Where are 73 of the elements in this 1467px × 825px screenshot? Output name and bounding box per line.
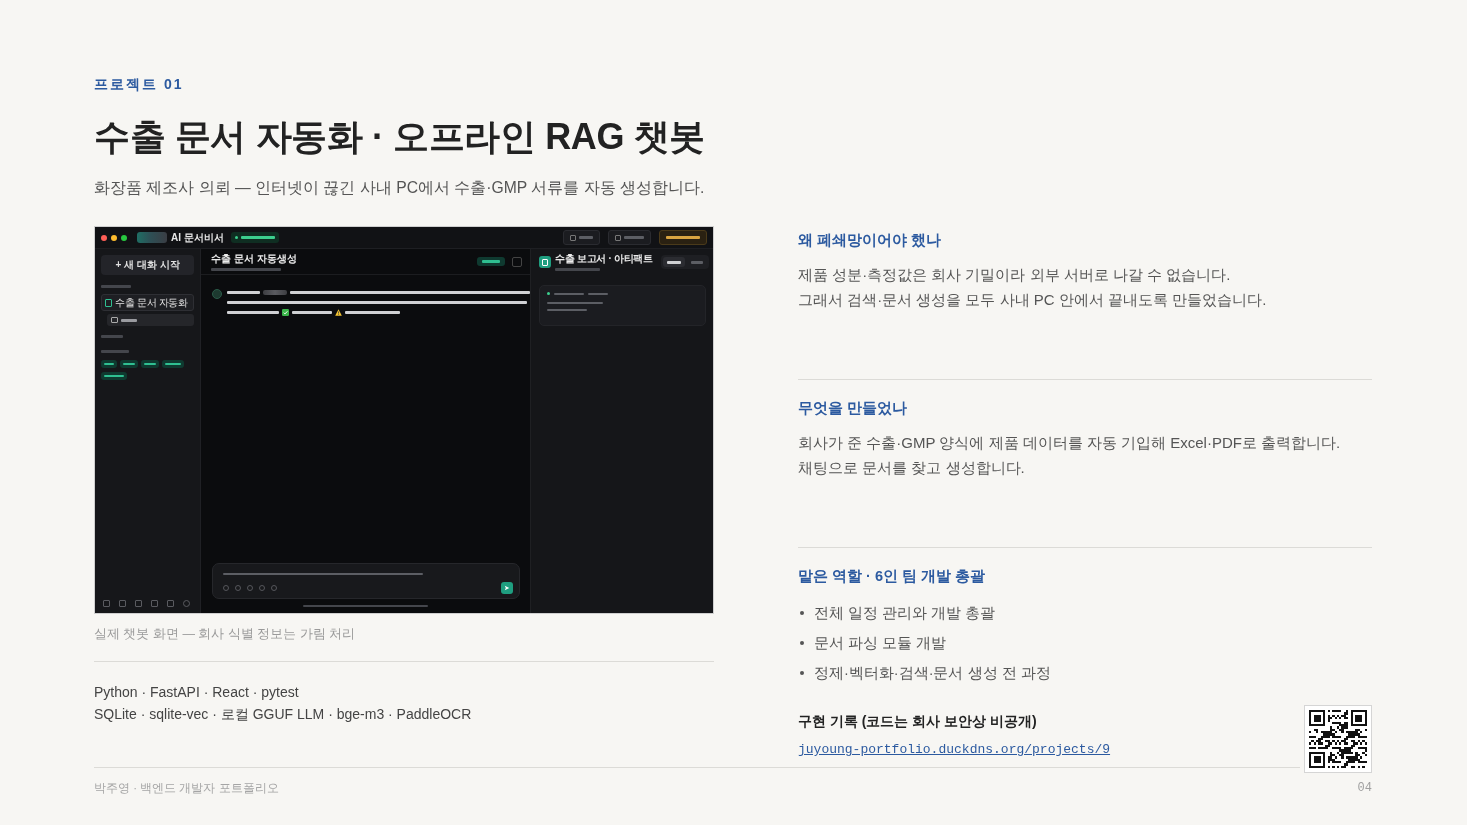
text-line — [101, 335, 123, 338]
minimize-window-button[interactable] — [111, 234, 117, 241]
toolbar-button[interactable] — [608, 230, 651, 245]
text-line — [101, 285, 131, 288]
arrow-icon — [504, 585, 510, 591]
new-chat-button[interactable]: + 새 대화 시작 — [101, 255, 194, 275]
page-title: 수출 문서 자동화 · 오프라인 RAG 챗봇 — [94, 115, 706, 159]
redacted-logo — [137, 232, 167, 243]
status-dot-icon — [234, 236, 238, 239]
close-window-button[interactable] — [101, 234, 107, 241]
text-line — [227, 290, 260, 294]
square-icon[interactable] — [103, 600, 110, 607]
tag-chip[interactable] — [120, 360, 138, 368]
screenshot-caption: 실제 챗봇 화면 — 회사 식별 정보는 가림 처리 — [94, 626, 357, 643]
square-icon[interactable] — [167, 600, 174, 607]
paragraph-line: 채팅으로 문서를 찾고 생성합니다. — [798, 458, 1026, 478]
section-heading: 무엇을 만들었나 — [798, 399, 909, 418]
text-line — [227, 310, 279, 314]
square-icon[interactable] — [119, 600, 126, 607]
app-title: AI 문서비서 — [171, 231, 224, 244]
project-label: 프로젝트 01 — [94, 75, 185, 93]
sidebar-item[interactable]: 수출 문서 자동화 — [101, 294, 194, 311]
bullet-text: 문서 파싱 모듈 개발 — [814, 634, 947, 653]
record-heading: 구현 기록 (코드는 회사 보안상 비공개) — [798, 712, 1037, 731]
paragraph-line: 그래서 검색·문서 생성을 모두 사내 PC 안에서 끝내도록 만들었습니다. — [798, 290, 1268, 310]
version-badge — [659, 230, 707, 245]
status-dot-icon — [547, 292, 550, 295]
warning-icon — [335, 308, 342, 316]
paragraph-line: 제품 성분·측정값은 회사 기밀이라 외부 서버로 나갈 수 없습니다. — [798, 265, 1232, 285]
message-input-field[interactable] — [212, 563, 520, 599]
text-line — [555, 268, 600, 271]
document-icon — [539, 256, 551, 268]
square-icon — [570, 234, 576, 241]
toolbar-button[interactable] — [563, 230, 600, 245]
text-line — [211, 267, 281, 271]
bullet-text: 정제·벡터화·검색·문서 생성 전 과정 — [814, 664, 1051, 683]
document-icon — [105, 298, 112, 307]
tag-chip[interactable] — [162, 360, 184, 368]
view-toggle[interactable] — [660, 255, 709, 269]
bullet-icon — [800, 611, 804, 615]
panel-toggle-button[interactable] — [512, 256, 522, 267]
square-icon[interactable] — [135, 600, 142, 607]
section-heading: 맡은 역할 · 6인 팀 개발 총괄 — [798, 567, 987, 586]
project-link[interactable]: juyoung-portfolio.duckdns.org/projects/9 — [798, 741, 1111, 759]
tag-chip[interactable] — [101, 360, 117, 368]
tech-stack-line: Python · FastAPI · React · pytest — [94, 683, 300, 702]
sidebar-subitem[interactable] — [107, 314, 194, 326]
section-heading: 왜 폐쇄망이어야 했나 — [798, 231, 943, 250]
square-icon — [615, 234, 621, 241]
text-line — [292, 310, 332, 314]
page-number: 04 — [1357, 780, 1372, 796]
model-badge — [477, 257, 505, 266]
tech-stack-line: SQLite · sqlite-vec · 로컬 GGUF LLM · bge-m3 · PaddleOCR — [94, 705, 473, 724]
footer-author: 박주영 · 백엔드 개발자 포트폴리오 — [94, 781, 279, 796]
page-subtitle: 화장품 제조사 의뢰 — 인터넷이 끊긴 사내 PC에서 수출·GMP 서류를 자동 생성합니다. — [94, 178, 706, 198]
bullet-icon — [800, 641, 804, 645]
tag-chip[interactable] — [101, 372, 127, 380]
send-button[interactable] — [501, 582, 513, 594]
tag-chip[interactable] — [141, 360, 159, 368]
panel-title: 수출 보고서 · 아티팩트 — [555, 253, 653, 265]
bullet-icon — [800, 671, 804, 675]
redacted-text — [263, 289, 287, 295]
checkmark-icon — [282, 308, 289, 316]
square-icon[interactable] — [151, 600, 158, 607]
maximize-window-button[interactable] — [121, 234, 127, 241]
bullet-text: 전체 일정 관리와 개발 총괄 — [814, 604, 996, 623]
chat-bubble-icon — [111, 317, 118, 323]
paragraph-line: 회사가 준 수출·GMP 양식에 제품 데이터를 자동 기입해 Excel·PDF로 출력합니다. — [798, 433, 1342, 453]
text-line — [345, 310, 400, 314]
chat-title: 수출 문서 자동생성 — [211, 252, 297, 265]
assistant-avatar-icon — [212, 289, 222, 299]
qr-code — [1304, 705, 1372, 773]
text-line — [101, 350, 129, 353]
